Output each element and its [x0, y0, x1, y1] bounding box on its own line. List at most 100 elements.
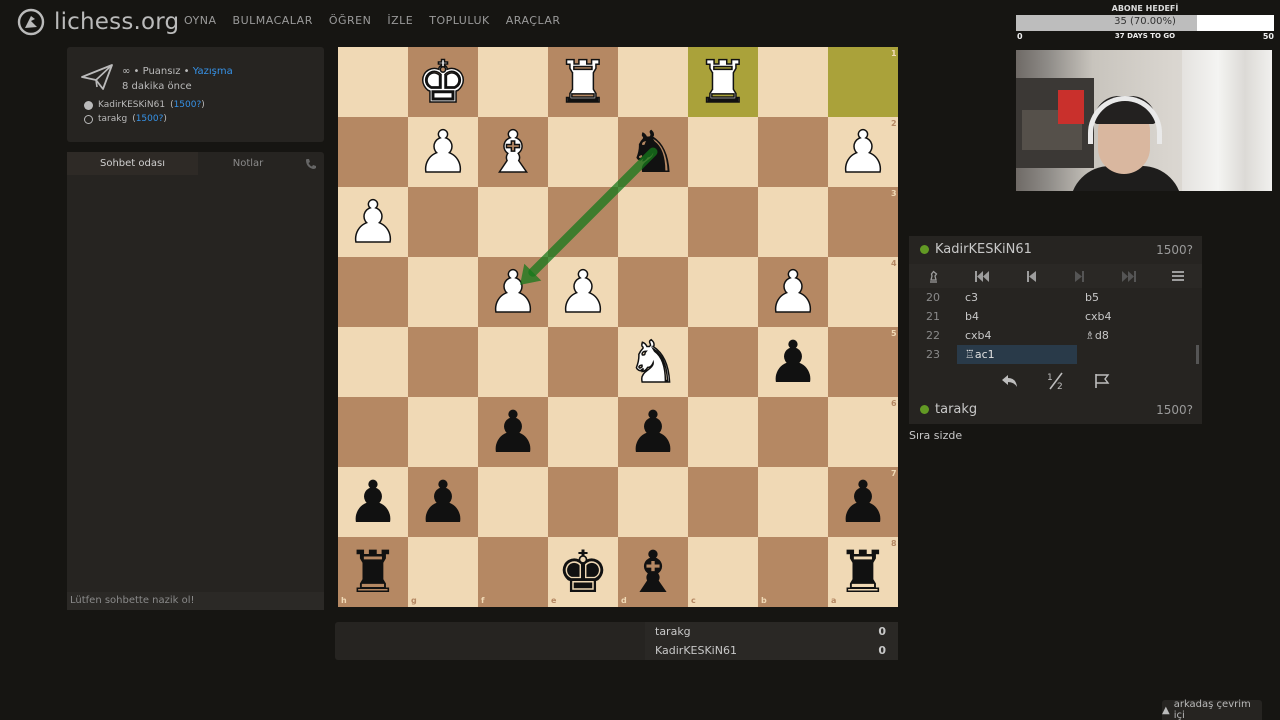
square-h6[interactable]	[338, 397, 408, 467]
nav-puzzles[interactable]: BULMACALAR	[233, 14, 313, 27]
square-b8[interactable]	[758, 537, 828, 607]
next-move-icon[interactable]	[1055, 264, 1104, 288]
score-player-name[interactable]: KadirKESKiN61	[655, 644, 737, 657]
white-king[interactable]: ♚	[408, 47, 478, 117]
tab-notes[interactable]: Notlar	[198, 152, 298, 175]
square-c8[interactable]	[688, 537, 758, 607]
square-f5[interactable]	[478, 327, 548, 397]
square-d4[interactable]	[618, 257, 688, 327]
black-pawn[interactable]: ♟	[618, 397, 688, 467]
white-rook[interactable]: ♜	[688, 47, 758, 117]
white-move[interactable]: ♖ac1	[957, 345, 1077, 364]
square-c2[interactable]	[688, 117, 758, 187]
first-move-icon[interactable]	[958, 264, 1007, 288]
square-c5[interactable]	[688, 327, 758, 397]
square-a3[interactable]	[828, 187, 898, 257]
flip-board-icon[interactable]	[909, 264, 958, 288]
square-b2[interactable]	[758, 117, 828, 187]
square-c4[interactable]	[688, 257, 758, 327]
square-f7[interactable]	[478, 467, 548, 537]
white-pawn[interactable]: ♟	[478, 257, 548, 327]
square-g4[interactable]	[408, 257, 478, 327]
white-pawn[interactable]: ♟	[828, 117, 898, 187]
nav-watch[interactable]: İZLE	[387, 14, 413, 27]
square-b7[interactable]	[758, 467, 828, 537]
nav-community[interactable]: TOPLULUK	[429, 14, 490, 27]
black-knight[interactable]: ♞	[618, 117, 688, 187]
square-d1[interactable]	[618, 47, 688, 117]
white-move[interactable]: cxb4	[957, 326, 1077, 345]
tab-chat-room[interactable]: Sohbet odası	[67, 152, 198, 175]
square-a5[interactable]	[828, 327, 898, 397]
square-g6[interactable]	[408, 397, 478, 467]
black-pawn[interactable]: ♟	[338, 467, 408, 537]
square-h5[interactable]	[338, 327, 408, 397]
square-d3[interactable]	[618, 187, 688, 257]
correspondence-link[interactable]: Yazışma	[193, 66, 233, 77]
square-c7[interactable]	[688, 467, 758, 537]
black-pawn[interactable]: ♟	[758, 327, 828, 397]
square-f3[interactable]	[478, 187, 548, 257]
square-b3[interactable]	[758, 187, 828, 257]
white-pawn[interactable]: ♟	[758, 257, 828, 327]
square-e6[interactable]	[548, 397, 618, 467]
white-player-row[interactable]: KadirKESKiN61 (1500?)	[84, 100, 205, 110]
black-rook[interactable]: ♜	[338, 537, 408, 607]
white-pawn[interactable]: ♟	[408, 117, 478, 187]
nav-play[interactable]: OYNA	[184, 14, 217, 27]
black-move[interactable]: cxb4	[1077, 307, 1197, 326]
white-knight[interactable]: ♞	[618, 327, 688, 397]
square-d7[interactable]	[618, 467, 688, 537]
square-h1[interactable]	[338, 47, 408, 117]
square-f8[interactable]	[478, 537, 548, 607]
square-f1[interactable]	[478, 47, 548, 117]
black-move[interactable]: b5	[1077, 288, 1197, 307]
chess-board[interactable]: 1 2 3 4 5 6 7 h g f e d c b 8 a ♚ ♜ ♜ ♟ ♝ ♞ ♟ ♟ ♟ ♟ ♟ ♞ ♟ ♟ ♟ ♟ ♟ ♟ ♜ ♚ ♝ ♜	[338, 47, 899, 608]
black-rook[interactable]: ♜	[828, 537, 898, 607]
square-e3[interactable]	[548, 187, 618, 257]
white-pawn[interactable]: ♟	[338, 187, 408, 257]
black-bishop[interactable]: ♝	[618, 537, 688, 607]
offer-draw-icon[interactable]: 12	[1042, 368, 1070, 394]
square-g5[interactable]	[408, 327, 478, 397]
square-h2[interactable]	[338, 117, 408, 187]
white-move[interactable]: c3	[957, 288, 1077, 307]
square-c6[interactable]	[688, 397, 758, 467]
menu-hamburger-icon[interactable]	[1153, 264, 1202, 288]
black-king[interactable]: ♚	[548, 537, 618, 607]
black-pawn[interactable]: ♟	[828, 467, 898, 537]
black-pawn[interactable]: ♟	[408, 467, 478, 537]
white-bishop[interactable]: ♝	[478, 117, 548, 187]
chat-input[interactable]: Lütfen sohbette nazik ol!	[67, 592, 324, 610]
black-move[interactable]	[1077, 345, 1197, 364]
resign-flag-icon[interactable]	[1088, 368, 1116, 394]
phone-icon[interactable]	[298, 152, 324, 175]
previous-move-icon[interactable]	[1007, 264, 1056, 288]
square-h4[interactable]	[338, 257, 408, 327]
square-e7[interactable]	[548, 467, 618, 537]
square-a6[interactable]	[828, 397, 898, 467]
white-move[interactable]: b4	[957, 307, 1077, 326]
square-e5[interactable]	[548, 327, 618, 397]
takeback-icon[interactable]	[996, 368, 1024, 394]
square-c3[interactable]	[688, 187, 758, 257]
square-g8[interactable]	[408, 537, 478, 607]
score-player-name[interactable]: tarakg	[655, 625, 691, 638]
square-a4[interactable]	[828, 257, 898, 327]
square-g3[interactable]	[408, 187, 478, 257]
nav-tools[interactable]: ARAÇLAR	[506, 14, 561, 27]
lichess-logo[interactable]: lichess.org	[16, 6, 179, 38]
opponent-name[interactable]: KadirKESKiN61	[935, 242, 1032, 257]
black-pawn[interactable]: ♟	[478, 397, 548, 467]
square-b6[interactable]	[758, 397, 828, 467]
black-player-row[interactable]: tarakg (1500?)	[84, 114, 167, 124]
square-a1[interactable]	[828, 47, 898, 117]
own-player-name[interactable]: tarakg	[935, 402, 977, 417]
white-pawn[interactable]: ♟	[548, 257, 618, 327]
last-move-icon[interactable]	[1104, 264, 1153, 288]
square-b1[interactable]	[758, 47, 828, 117]
square-e2[interactable]	[548, 117, 618, 187]
friends-online-box[interactable]: ▲ arkadaş çevrim içi	[1162, 699, 1262, 720]
black-move[interactable]: ♗d8	[1077, 326, 1197, 345]
nav-learn[interactable]: ÖĞREN	[329, 14, 372, 27]
